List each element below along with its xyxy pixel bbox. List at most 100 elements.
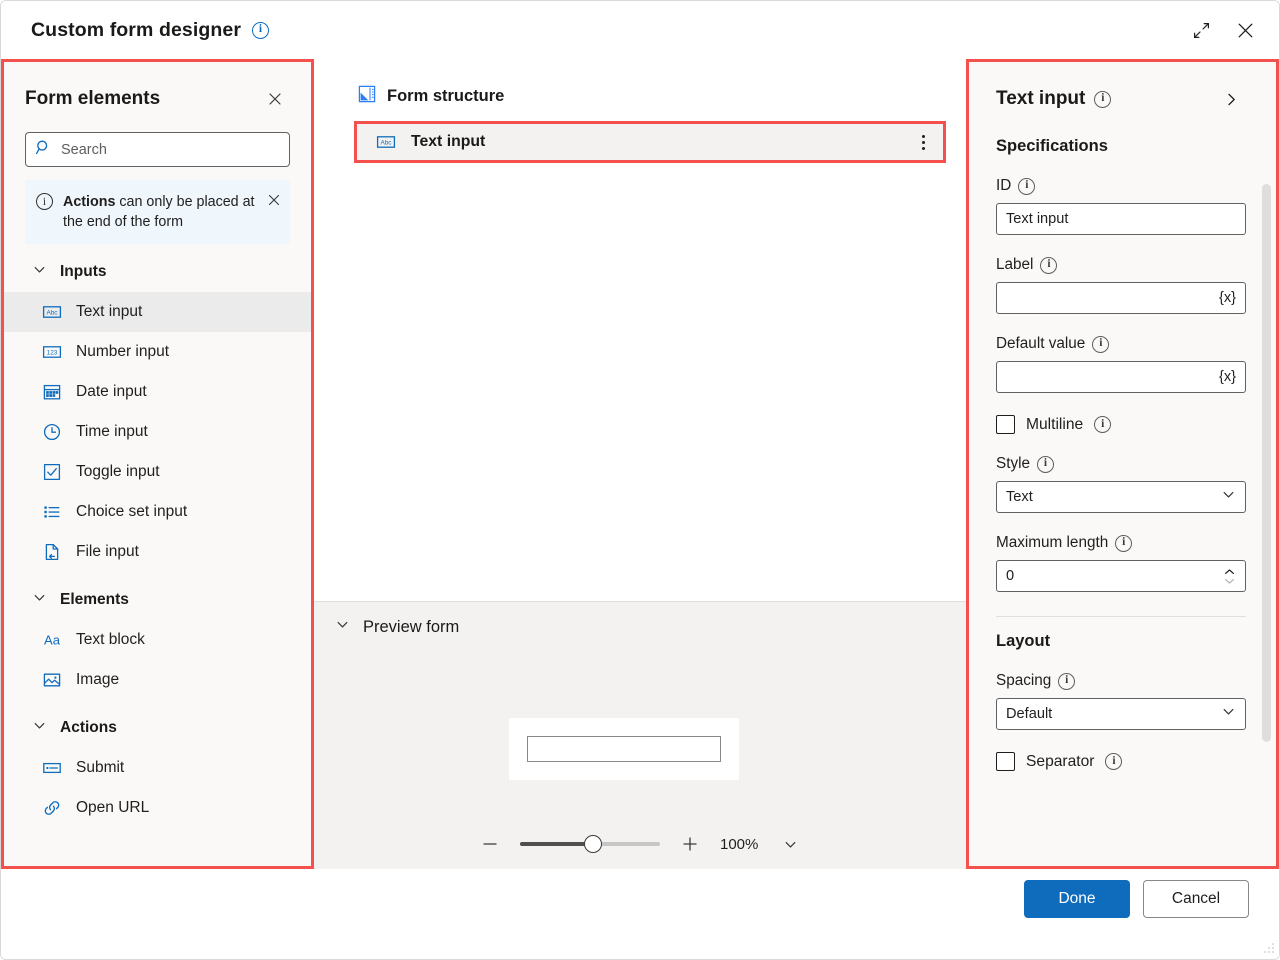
style-select[interactable]: Text: [996, 481, 1246, 513]
maximum-length-field[interactable]: [996, 560, 1246, 592]
style-select-value: Text: [1006, 489, 1221, 505]
sidebar-item-label: Time input: [76, 423, 148, 441]
calendar-icon: [41, 381, 63, 403]
expression-token[interactable]: {x}: [1213, 290, 1236, 306]
field-label-text: Label: [996, 256, 1033, 274]
section-title-layout: Layout: [996, 632, 1246, 651]
actions-element-list: Submit Open URL: [25, 748, 290, 828]
multiline-checkbox-row[interactable]: Multiline i: [996, 415, 1246, 434]
info-circle-icon[interactable]: i: [1040, 257, 1057, 274]
default-value-field[interactable]: {x}: [996, 361, 1246, 393]
group-header-inputs[interactable]: Inputs: [25, 252, 290, 292]
form-structure-item-label: Text input: [411, 133, 900, 151]
sidebar-item-date-input[interactable]: Date input: [4, 372, 311, 412]
custom-form-designer-dialog: Custom form designer i Form elements: [0, 0, 1280, 960]
separator-checkbox-row[interactable]: Separator i: [996, 752, 1246, 771]
spacing-select-value: Default: [1006, 706, 1221, 722]
search-input[interactable]: [61, 142, 280, 158]
zoom-slider-thumb[interactable]: [584, 835, 602, 853]
info-circle-icon[interactable]: i: [1094, 416, 1111, 433]
id-field[interactable]: [996, 203, 1246, 235]
sidebar-item-open-url[interactable]: Open URL: [4, 788, 311, 828]
properties-panel-scrollbar[interactable]: [1262, 184, 1271, 742]
cancel-button[interactable]: Cancel: [1143, 880, 1249, 918]
zoom-slider[interactable]: [520, 835, 660, 853]
section-divider: [996, 616, 1246, 617]
svg-text:Aa: Aa: [44, 633, 61, 648]
close-icon[interactable]: [260, 84, 290, 114]
info-circle-icon[interactable]: i: [1037, 456, 1054, 473]
sidebar-item-submit[interactable]: Submit: [4, 748, 311, 788]
field-label-label: Label i: [996, 256, 1246, 274]
image-icon: [41, 669, 63, 691]
preview-form-header[interactable]: Preview form: [314, 602, 966, 637]
id-input[interactable]: [1006, 211, 1236, 227]
sidebar-item-label: Text block: [76, 631, 145, 649]
link-icon: [41, 797, 63, 819]
chevron-down-icon[interactable]: [777, 831, 803, 857]
abc-box-icon: Abc: [375, 131, 397, 153]
close-icon[interactable]: [267, 193, 281, 212]
search-box[interactable]: [25, 132, 290, 167]
resize-grip-icon[interactable]: [1263, 942, 1275, 954]
sidebar-item-choice-set-input[interactable]: Choice set input: [4, 492, 311, 532]
label-input[interactable]: [1006, 290, 1213, 306]
default-value-input[interactable]: [1006, 369, 1213, 385]
sidebar-item-text-input[interactable]: Abc Text input: [4, 292, 311, 332]
maximum-length-input[interactable]: [1006, 568, 1223, 584]
group-header-elements[interactable]: Elements: [25, 580, 290, 620]
done-button[interactable]: Done: [1024, 880, 1130, 918]
message-bar-text: Actions can only be placed at the end of…: [63, 192, 257, 232]
properties-panel-header: Text input i: [996, 82, 1246, 116]
multiline-checkbox[interactable]: [996, 415, 1015, 434]
dialog-footer: Done Cancel: [1, 869, 1280, 959]
info-circle-icon[interactable]: i: [1115, 535, 1132, 552]
info-circle-icon: i: [36, 193, 53, 210]
expand-diagonal-icon[interactable]: [1179, 13, 1223, 47]
sidebar-item-label: Open URL: [76, 799, 149, 817]
more-vertical-icon[interactable]: [914, 129, 933, 156]
separator-checkbox[interactable]: [996, 752, 1015, 771]
aa-text-icon: Aa: [41, 629, 63, 651]
clock-icon: [41, 421, 63, 443]
sidebar-item-label: Submit: [76, 759, 124, 777]
preview-card: [509, 718, 739, 780]
sidebar-item-number-input[interactable]: 123 Number input: [4, 332, 311, 372]
sidebar-item-time-input[interactable]: Time input: [4, 412, 311, 452]
chevron-down-icon: [1221, 487, 1236, 507]
chevron-right-icon[interactable]: [1216, 84, 1246, 114]
search-icon: [35, 139, 52, 161]
sidebar-item-file-input[interactable]: File input: [4, 532, 311, 572]
svg-text:123: 123: [47, 350, 58, 357]
expression-token[interactable]: {x}: [1213, 369, 1236, 385]
info-circle-icon[interactable]: i: [1105, 753, 1122, 770]
sidebar-item-toggle-input[interactable]: Toggle input: [4, 452, 311, 492]
sidebar-item-text-block[interactable]: Aa Text block: [4, 620, 311, 660]
spacing-select[interactable]: Default: [996, 698, 1246, 730]
field-label-text: Default value: [996, 335, 1085, 353]
group-header-actions[interactable]: Actions: [25, 708, 290, 748]
form-structure-item-text-input[interactable]: Abc Text input: [354, 121, 946, 163]
preview-form-section: Preview form: [314, 601, 966, 871]
sidebar-item-label: Image: [76, 671, 119, 689]
spinner-up-down-icon[interactable]: [1223, 568, 1236, 585]
plus-icon[interactable]: [677, 831, 703, 857]
close-icon[interactable]: [1223, 13, 1267, 47]
info-circle-icon[interactable]: i: [1092, 336, 1109, 353]
minus-icon[interactable]: [477, 831, 503, 857]
info-circle-icon[interactable]: i: [1094, 91, 1111, 108]
field-label-text: Maximum length: [996, 534, 1108, 552]
preview-form-title: Preview form: [363, 618, 459, 637]
info-circle-icon[interactable]: i: [1058, 673, 1075, 690]
info-circle-icon[interactable]: i: [1018, 178, 1035, 195]
field-label-text: Style: [996, 455, 1030, 473]
label-field[interactable]: {x}: [996, 282, 1246, 314]
info-circle-icon[interactable]: i: [252, 22, 269, 39]
field-label-text: Spacing: [996, 672, 1051, 690]
sidebar-item-label: Text input: [76, 303, 142, 321]
group-label: Elements: [60, 591, 129, 609]
file-icon: [41, 541, 63, 563]
sidebar-item-image[interactable]: Image: [4, 660, 311, 700]
field-label-text: ID: [996, 177, 1011, 195]
preview-text-input[interactable]: [527, 736, 721, 762]
